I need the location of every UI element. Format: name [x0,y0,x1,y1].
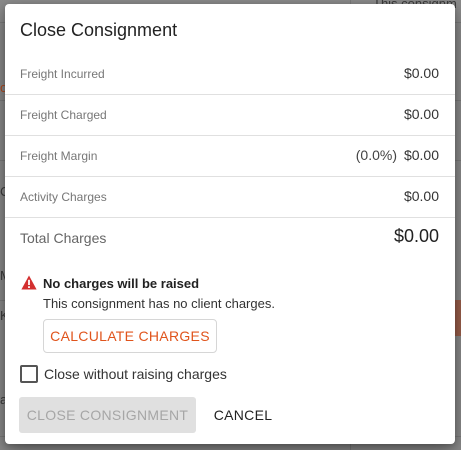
freight-incurred-label: Freight Incurred [20,67,105,81]
activity-charges-row: Activity Charges $0.00 [5,177,455,218]
freight-incurred-value: $0.00 [403,65,439,81]
freight-margin-row: Freight Margin (0.0%) $0.00 [5,136,455,177]
activity-charges-value: $0.00 [403,188,439,204]
close-consignment-dialog: Close Consignment Freight Incurred $0.00… [5,4,455,444]
close-without-charges-checkbox[interactable] [20,365,38,383]
warning-triangle-icon [21,275,37,290]
warning-message: This consignment has no client charges. [43,296,275,311]
charges-summary: Freight Incurred $0.00 Freight Charged $… [5,54,455,260]
cancel-button[interactable]: CANCEL [207,397,279,433]
background-accent [455,300,461,336]
total-charges-label: Total Charges [20,230,107,246]
total-charges-row: Total Charges $0.00 [5,218,455,260]
freight-charged-label: Freight Charged [20,108,107,122]
close-consignment-button[interactable]: CLOSE CONSIGNMENT [19,397,196,433]
calculate-charges-button[interactable]: CALCULATE CHARGES [43,319,217,353]
freight-incurred-row: Freight Incurred $0.00 [5,54,455,95]
freight-charged-row: Freight Charged $0.00 [5,95,455,136]
freight-margin-label: Freight Margin [20,149,98,163]
total-charges-value: $0.00 [393,226,439,246]
activity-charges-label: Activity Charges [20,190,107,204]
warning-title: No charges will be raised [43,276,200,291]
freight-margin-percent: (0.0%) [355,147,397,163]
freight-margin-value: $0.00 [403,147,439,163]
close-without-charges-label[interactable]: Close without raising charges [44,366,227,382]
dialog-title: Close Consignment [20,20,178,40]
freight-charged-value: $0.00 [403,106,439,122]
